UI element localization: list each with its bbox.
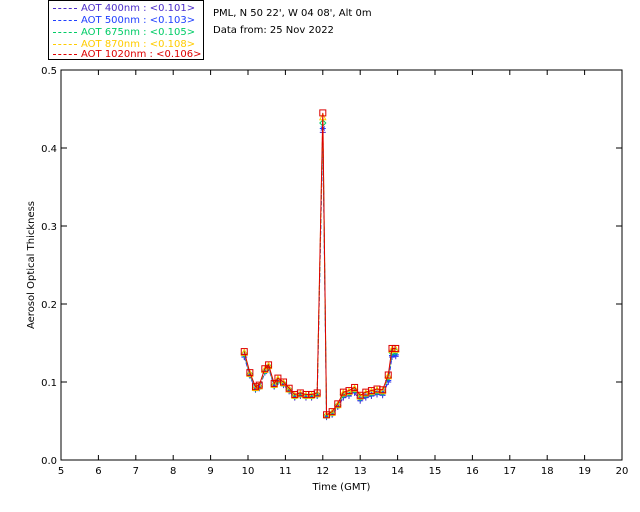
x-tick-label: 6 [95,466,101,477]
x-tick-label: 7 [133,466,139,477]
series-layer [240,109,400,421]
x-tick-label: 19 [578,466,591,477]
legend-swatch [53,53,77,55]
x-tick-label: 8 [170,466,176,477]
y-tick-label: 0.4 [41,144,57,155]
y-tick-label: 0.3 [41,222,57,233]
legend: AOT 400nm : <0.101> AOT 500nm : <0.103> … [48,0,204,60]
x-tick-label: 14 [391,466,404,477]
x-tick-label: 11 [279,466,292,477]
x-tick-label: 12 [316,466,329,477]
legend-label: AOT 500nm : <0.103> [81,15,196,26]
x-tick-label: 16 [466,466,479,477]
legend-swatch [53,19,77,21]
x-tick-label: 18 [541,466,554,477]
x-tick-label: 15 [429,466,442,477]
site-info: PML, N 50 22', W 04 08', Alt 0m [213,8,372,19]
legend-label: AOT 675nm : <0.105> [81,27,196,38]
x-tick-label: 13 [354,466,367,477]
y-tick-label: 0.0 [41,456,57,467]
legend-item: AOT 400nm : <0.101> [53,3,195,15]
y-tick-label: 0.1 [41,378,57,389]
legend-swatch [53,43,77,45]
x-tick-label: 20 [616,466,629,477]
legend-label: AOT 400nm : <0.101> [81,3,196,14]
aot-chart: 5 6 7 8 9 10 11 12 13 14 15 16 17 18 19 20 0.0 0.1 0.2 0.3 0… [26,66,629,493]
y-axis-title: Aerosol Optical Thickness [26,201,37,329]
legend-item: AOT 1020nm : <0.106> [53,49,201,61]
x-axis-title: Time (GMT) [312,482,371,493]
y-tick-label: 0.2 [41,300,57,311]
legend-swatch [53,7,77,9]
x-tick-label: 17 [503,466,516,477]
series-line [243,112,396,416]
x-tick-label: 10 [242,466,255,477]
x-tick-label: 5 [58,466,64,477]
y-tick-label: 0.5 [41,66,57,77]
x-tick-label: 9 [207,466,213,477]
legend-item: AOT 500nm : <0.103> [53,15,195,27]
legend-label: AOT 1020nm : <0.106> [81,49,202,60]
legend-item: AOT 675nm : <0.105> [53,27,195,39]
date-info: Data from: 25 Nov 2022 [213,25,334,36]
legend-swatch [53,31,77,33]
